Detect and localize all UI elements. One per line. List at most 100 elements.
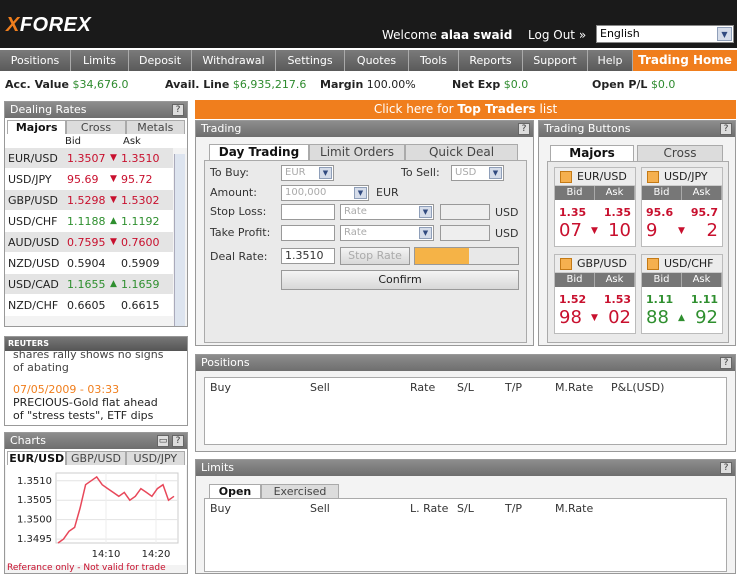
tab-majors[interactable]: Majors	[7, 120, 67, 134]
buy-currency-select[interactable]: EUR ▼	[281, 165, 334, 181]
nav-trading-home[interactable]: Trading Home	[633, 50, 737, 71]
rate-row[interactable]: NZD/USD 0.5904 0.5909	[5, 253, 173, 274]
column-header: L. Rate	[410, 502, 449, 515]
rates-scrollbar[interactable]	[174, 154, 185, 326]
tab-quick-deal[interactable]: Quick Deal	[405, 144, 518, 160]
logout-link[interactable]: Log Out »	[528, 28, 586, 42]
panel-title: Trading?	[196, 121, 533, 137]
trade-button-card[interactable]: USD/CHF Bid Ask 1.11 1.11 88 ▲ 92	[641, 254, 723, 334]
take-profit-input[interactable]	[281, 225, 335, 241]
window-icon[interactable]: ▭	[157, 435, 169, 447]
column-header: Buy	[210, 381, 232, 394]
stop-rate-button[interactable]: Stop Rate	[340, 247, 410, 265]
stop-loss-rate-select[interactable]: Rate ▼	[340, 204, 434, 220]
rate-row[interactable]: USD/CAD 1.1655 ▲ 1.1659	[5, 274, 173, 295]
tab-cross[interactable]: Cross	[637, 145, 723, 161]
nav-withdrawal[interactable]: Withdrawal	[192, 50, 276, 71]
nav-help[interactable]: Help	[588, 50, 633, 71]
trade-button-card[interactable]: EUR/USD Bid Ask 1.35 1.35 07 ▼ 10	[554, 167, 636, 247]
rate-ask: 1.5302	[121, 194, 160, 207]
rate-pair: EUR/USD	[8, 152, 58, 165]
take-profit-rate-select[interactable]: Rate ▼	[340, 225, 434, 241]
chevron-down-icon: ▼	[354, 187, 367, 199]
tab-majors[interactable]: Majors	[550, 145, 634, 161]
arrow-up-icon: ▲	[110, 279, 117, 289]
rate-row[interactable]: USD/CHF 1.1188 ▲ 1.1192	[5, 211, 173, 232]
ask-label: Ask	[682, 186, 722, 200]
chart-plot-area	[55, 472, 179, 544]
help-icon[interactable]: ?	[172, 435, 184, 447]
help-icon[interactable]: ?	[720, 462, 732, 474]
tab-limit-orders[interactable]: Limit Orders	[309, 144, 405, 160]
rates-header: Bid Ask	[5, 134, 187, 148]
tab-gbpusd[interactable]: GBP/USD	[66, 451, 126, 465]
help-icon[interactable]: ?	[172, 104, 184, 116]
nav-tools[interactable]: Tools	[409, 50, 459, 71]
trade-button-card[interactable]: USD/JPY Bid Ask 95.6 95.7 9 ▼ 2	[641, 167, 723, 247]
chart-icon	[647, 171, 659, 183]
chevron-down-icon: ▼	[489, 167, 502, 179]
arrow-down-icon: ▼	[591, 226, 598, 236]
rate-bid: 0.5904	[67, 257, 106, 270]
rate-ask: 0.7600	[121, 236, 160, 249]
small-bid: 95.6	[646, 206, 674, 219]
news-item[interactable]: PRECIOUS-Gold flat ahead of "stress tests…	[5, 396, 187, 422]
rate-row[interactable]: NZD/CHF 0.6605 0.6615	[5, 295, 173, 316]
rate-row[interactable]: AUD/USD 0.7595 ▼ 0.7600	[5, 232, 173, 253]
dealing-tabs: Majors Cross Metals	[5, 118, 187, 134]
nav-settings[interactable]: Settings	[276, 50, 345, 71]
stop-loss-input[interactable]	[281, 204, 335, 220]
tab-metals[interactable]: Metals	[125, 120, 185, 134]
rate-bid: 95.69	[67, 173, 99, 186]
chart-tabs: EUR/USD GBP/USD USD/JPY	[5, 449, 187, 465]
help-icon[interactable]: ?	[518, 123, 530, 135]
confirm-button[interactable]: Confirm	[281, 270, 519, 290]
tab-usdjpy[interactable]: USD/JPY	[125, 451, 185, 465]
arrow-down-icon: ▼	[110, 174, 117, 184]
rate-row[interactable]: USD/JPY 95.69 ▼ 95.72	[5, 169, 173, 190]
news-item[interactable]: shares rally shows no signs of abating	[5, 348, 187, 374]
chart-disclaimer: Referance only - Not valid for trade	[7, 563, 166, 573]
small-ask: 1.35	[603, 206, 631, 219]
rate-ask: 1.1192	[121, 215, 160, 228]
trade-button-card[interactable]: GBP/USD Bid Ask 1.52 1.53 98 ▼ 02	[554, 254, 636, 334]
rate-ask: 0.6615	[121, 299, 160, 312]
tab-open[interactable]: Open	[209, 484, 261, 498]
sell-currency-select[interactable]: USD ▼	[451, 165, 504, 181]
tab-exercised[interactable]: Exercised	[261, 484, 339, 498]
chevron-down-icon: ▼	[419, 227, 432, 239]
positions-table: Buy Sell Rate S/L T/P M.Rate P&L(USD)	[204, 377, 727, 445]
positions-panel: Positions? Buy Sell Rate S/L T/P M.Rate P&L(US…	[195, 354, 736, 452]
rate-row[interactable]: GBP/USD 1.5298 ▼ 1.5302	[5, 190, 173, 211]
nav-quotes[interactable]: Quotes	[345, 50, 409, 71]
big-ask: 10	[608, 220, 631, 241]
column-header: T/P	[505, 381, 523, 394]
help-icon[interactable]: ?	[720, 123, 732, 135]
rate-pair: USD/JPY	[8, 173, 52, 186]
y-tick-label: 1.3500	[17, 515, 52, 526]
deal-rate-value: 1.3510	[281, 248, 335, 264]
rate-pair: NZD/USD	[8, 257, 60, 270]
nav-positions[interactable]: Positions	[0, 50, 71, 71]
big-bid: 9	[646, 220, 658, 241]
tab-cross[interactable]: Cross	[66, 120, 126, 134]
nav-limits[interactable]: Limits	[71, 50, 129, 71]
ask-label: Ask	[595, 186, 635, 200]
nav-reports[interactable]: Reports	[459, 50, 523, 71]
nav-deposit[interactable]: Deposit	[129, 50, 192, 71]
column-header: Sell	[310, 502, 330, 515]
logo[interactable]: XFOREX	[6, 14, 91, 37]
main-nav: Positions Limits Deposit Withdrawal Sett…	[0, 50, 737, 71]
amount-select[interactable]: 100,000 ▼	[281, 185, 369, 201]
bid-ask-bar: Bid Ask	[642, 186, 722, 200]
avail-line: Avail. Line $6,935,217.6	[165, 78, 307, 91]
arrow-down-icon: ▼	[110, 153, 117, 163]
top-traders-banner[interactable]: Click here for Top Traders list	[195, 100, 736, 119]
rate-row[interactable]: EUR/USD 1.3507 ▼ 1.3510	[5, 148, 173, 169]
nav-support[interactable]: Support	[523, 50, 588, 71]
language-select[interactable]: English ▼	[596, 25, 734, 43]
help-icon[interactable]: ?	[720, 357, 732, 369]
tab-eurusd[interactable]: EUR/USD	[7, 451, 67, 465]
tab-day-trading[interactable]: Day Trading	[209, 144, 309, 160]
chart-icon	[560, 171, 572, 183]
